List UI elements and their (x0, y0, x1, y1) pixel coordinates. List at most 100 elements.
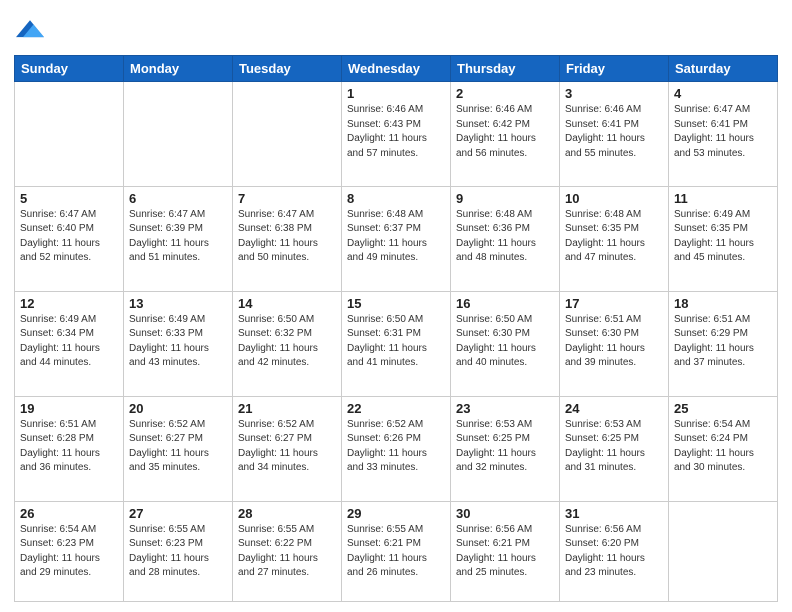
calendar-cell (124, 82, 233, 187)
calendar-cell: 23 Sunrise: 6:53 AM Sunset: 6:25 PM Dayli… (451, 396, 560, 501)
calendar-cell: 16Sunrise: 6:50 AM Sunset: 6:30 PM Dayli… (451, 291, 560, 396)
header-sunday: Sunday (15, 56, 124, 82)
day-info: Sunrise: 6:46 AM Sunset: 6:43 PM Dayligh… (347, 103, 445, 161)
day-info: Sunrise: 6:52 AM Sunset: 6:27 PM Dayligh… (238, 418, 336, 476)
calendar-week-row: 5 Sunrise: 6:47 AM Sunset: 6:40 PM Daylig… (15, 186, 778, 291)
day-number: 26 (20, 506, 118, 521)
calendar-week-row: 12 Sunrise: 6:49 AM Sunset: 6:34 PM Dayli… (15, 291, 778, 396)
day-number: 16 (456, 296, 554, 311)
day-info: Sunrise: 6:55 AM Sunset: 6:23 PM Dayligh… (129, 523, 227, 581)
day-info: Sunrise: 6:53 AM Sunset: 6:25 PM Dayligh… (565, 418, 663, 476)
day-info: Sunrise: 6:47 AM Sunset: 6:40 PM Dayligh… (20, 208, 118, 266)
calendar-cell: 30 Sunrise: 6:56 AM Sunset: 6:21 PM Dayli… (451, 501, 560, 601)
day-number: 24 (565, 401, 663, 416)
day-number: 8 (347, 191, 445, 206)
day-number: 23 (456, 401, 554, 416)
calendar-cell: 28 Sunrise: 6:55 AM Sunset: 6:22 PM Dayli… (233, 501, 342, 601)
calendar-cell: 11Sunrise: 6:49 AM Sunset: 6:35 PM Dayli… (669, 186, 778, 291)
calendar-header-row: Sunday Monday Tuesday Wednesday Thursday… (15, 56, 778, 82)
day-info: Sunrise: 6:48 AM Sunset: 6:36 PM Dayligh… (456, 208, 554, 266)
day-info: Sunrise: 6:49 AM Sunset: 6:34 PM Dayligh… (20, 313, 118, 371)
day-number: 9 (456, 191, 554, 206)
calendar-cell: 21 Sunrise: 6:52 AM Sunset: 6:27 PM Dayli… (233, 396, 342, 501)
calendar-cell: 22 Sunrise: 6:52 AM Sunset: 6:26 PM Dayli… (342, 396, 451, 501)
calendar-week-row: 19 Sunrise: 6:51 AM Sunset: 6:28 PM Dayli… (15, 396, 778, 501)
day-info: Sunrise: 6:53 AM Sunset: 6:25 PM Dayligh… (456, 418, 554, 476)
logo-icon (16, 14, 44, 42)
day-number: 21 (238, 401, 336, 416)
header-thursday: Thursday (451, 56, 560, 82)
calendar-cell: 26Sunrise: 6:54 AM Sunset: 6:23 PM Dayli… (15, 501, 124, 601)
day-number: 25 (674, 401, 772, 416)
calendar-cell (669, 501, 778, 601)
day-info: Sunrise: 6:51 AM Sunset: 6:30 PM Dayligh… (565, 313, 663, 371)
day-number: 3 (565, 86, 663, 101)
calendar-cell (15, 82, 124, 187)
logo (14, 14, 44, 47)
calendar-cell: 7Sunrise: 6:47 AM Sunset: 6:38 PM Daylig… (233, 186, 342, 291)
day-info: Sunrise: 6:46 AM Sunset: 6:41 PM Dayligh… (565, 103, 663, 161)
calendar-cell: 20 Sunrise: 6:52 AM Sunset: 6:27 PM Dayli… (124, 396, 233, 501)
day-info: Sunrise: 6:51 AM Sunset: 6:28 PM Dayligh… (20, 418, 118, 476)
day-info: Sunrise: 6:52 AM Sunset: 6:26 PM Dayligh… (347, 418, 445, 476)
calendar-cell (233, 82, 342, 187)
day-info: Sunrise: 6:48 AM Sunset: 6:37 PM Dayligh… (347, 208, 445, 266)
day-number: 15 (347, 296, 445, 311)
day-info: Sunrise: 6:50 AM Sunset: 6:31 PM Dayligh… (347, 313, 445, 371)
day-info: Sunrise: 6:47 AM Sunset: 6:39 PM Dayligh… (129, 208, 227, 266)
calendar-cell: 6 Sunrise: 6:47 AM Sunset: 6:39 PM Daylig… (124, 186, 233, 291)
header-friday: Friday (560, 56, 669, 82)
day-number: 10 (565, 191, 663, 206)
day-info: Sunrise: 6:55 AM Sunset: 6:21 PM Dayligh… (347, 523, 445, 581)
header (14, 10, 778, 47)
day-number: 31 (565, 506, 663, 521)
day-info: Sunrise: 6:47 AM Sunset: 6:41 PM Dayligh… (674, 103, 772, 161)
calendar-week-row: 26Sunrise: 6:54 AM Sunset: 6:23 PM Dayli… (15, 501, 778, 601)
calendar-cell: 29 Sunrise: 6:55 AM Sunset: 6:21 PM Dayli… (342, 501, 451, 601)
calendar-cell: 27 Sunrise: 6:55 AM Sunset: 6:23 PM Dayli… (124, 501, 233, 601)
day-number: 11 (674, 191, 772, 206)
calendar-cell: 12 Sunrise: 6:49 AM Sunset: 6:34 PM Dayli… (15, 291, 124, 396)
calendar-cell: 14 Sunrise: 6:50 AM Sunset: 6:32 PM Dayli… (233, 291, 342, 396)
day-info: Sunrise: 6:55 AM Sunset: 6:22 PM Dayligh… (238, 523, 336, 581)
calendar-cell: 24 Sunrise: 6:53 AM Sunset: 6:25 PM Dayli… (560, 396, 669, 501)
calendar-cell: 1Sunrise: 6:46 AM Sunset: 6:43 PM Daylig… (342, 82, 451, 187)
day-info: Sunrise: 6:50 AM Sunset: 6:32 PM Dayligh… (238, 313, 336, 371)
calendar-table: Sunday Monday Tuesday Wednesday Thursday… (14, 55, 778, 602)
header-wednesday: Wednesday (342, 56, 451, 82)
day-number: 19 (20, 401, 118, 416)
day-number: 30 (456, 506, 554, 521)
day-number: 28 (238, 506, 336, 521)
calendar-cell: 2 Sunrise: 6:46 AM Sunset: 6:42 PM Daylig… (451, 82, 560, 187)
calendar-cell: 4Sunrise: 6:47 AM Sunset: 6:41 PM Daylig… (669, 82, 778, 187)
header-saturday: Saturday (669, 56, 778, 82)
calendar-cell: 25 Sunrise: 6:54 AM Sunset: 6:24 PM Dayli… (669, 396, 778, 501)
header-monday: Monday (124, 56, 233, 82)
day-number: 22 (347, 401, 445, 416)
day-number: 6 (129, 191, 227, 206)
day-number: 5 (20, 191, 118, 206)
calendar-cell: 10 Sunrise: 6:48 AM Sunset: 6:35 PM Dayli… (560, 186, 669, 291)
calendar-week-row: 1Sunrise: 6:46 AM Sunset: 6:43 PM Daylig… (15, 82, 778, 187)
calendar-cell: 19 Sunrise: 6:51 AM Sunset: 6:28 PM Dayli… (15, 396, 124, 501)
day-number: 7 (238, 191, 336, 206)
day-info: Sunrise: 6:54 AM Sunset: 6:24 PM Dayligh… (674, 418, 772, 476)
day-number: 2 (456, 86, 554, 101)
day-number: 13 (129, 296, 227, 311)
day-number: 29 (347, 506, 445, 521)
header-tuesday: Tuesday (233, 56, 342, 82)
page: Sunday Monday Tuesday Wednesday Thursday… (0, 0, 792, 612)
day-number: 27 (129, 506, 227, 521)
day-number: 12 (20, 296, 118, 311)
day-number: 20 (129, 401, 227, 416)
day-number: 17 (565, 296, 663, 311)
day-number: 14 (238, 296, 336, 311)
calendar-cell: 31 Sunrise: 6:56 AM Sunset: 6:20 PM Dayli… (560, 501, 669, 601)
day-info: Sunrise: 6:49 AM Sunset: 6:33 PM Dayligh… (129, 313, 227, 371)
day-info: Sunrise: 6:56 AM Sunset: 6:21 PM Dayligh… (456, 523, 554, 581)
day-info: Sunrise: 6:46 AM Sunset: 6:42 PM Dayligh… (456, 103, 554, 161)
day-info: Sunrise: 6:48 AM Sunset: 6:35 PM Dayligh… (565, 208, 663, 266)
day-info: Sunrise: 6:56 AM Sunset: 6:20 PM Dayligh… (565, 523, 663, 581)
day-info: Sunrise: 6:52 AM Sunset: 6:27 PM Dayligh… (129, 418, 227, 476)
calendar-cell: 8 Sunrise: 6:48 AM Sunset: 6:37 PM Daylig… (342, 186, 451, 291)
